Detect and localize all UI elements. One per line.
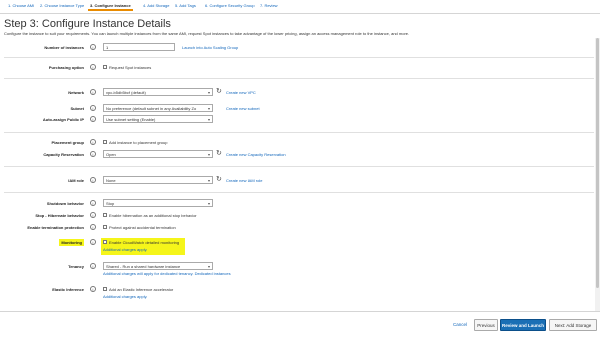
field-label: Capacity Reservation xyxy=(43,152,84,157)
previous-button[interactable]: Previous xyxy=(474,319,498,331)
hibernate-checkbox[interactable] xyxy=(103,213,107,217)
info-icon[interactable]: i xyxy=(90,105,96,111)
vertical-scrollbar[interactable] xyxy=(595,38,600,311)
scrollbar-thumb[interactable] xyxy=(596,38,599,288)
launch-auto-scaling-link[interactable]: Launch into Auto Scaling Group xyxy=(182,45,238,50)
subnet-select[interactable]: No preference (default subnet in any Ava… xyxy=(103,104,213,112)
refresh-icon[interactable]: ↻ xyxy=(216,150,222,158)
request-spot-checkbox[interactable] xyxy=(103,65,107,69)
create-capacity-reservation-link[interactable]: Create new Capacity Reservation xyxy=(226,152,286,157)
row-number-of-instances: Number of instances i 1 Launch into Auto… xyxy=(0,43,594,53)
row-purchasing-option: Purchasing option i Request Spot instanc… xyxy=(0,63,594,73)
row-elastic-inference: Elastic Inference i Add an Elastic Infer… xyxy=(0,285,594,299)
row-subnet: Subnet i No preference (default subnet i… xyxy=(0,104,594,114)
step-configure-security-group[interactable]: 6. Configure Security Group xyxy=(205,3,255,8)
cancel-button[interactable]: Cancel xyxy=(448,319,472,331)
field-label: Number of instances xyxy=(44,45,84,50)
step-add-storage[interactable]: 4. Add Storage xyxy=(143,3,169,8)
wizard-steps: 1. Choose AMI 2. Choose Instance Type 3.… xyxy=(0,0,600,14)
row-network: Network i vpc-b5db5bcf (default) ↻ Creat… xyxy=(0,88,594,98)
tenancy-note: Additional charges will apply for dedica… xyxy=(103,271,231,276)
field-label: Subnet xyxy=(70,106,84,111)
checkbox-label: Add an Elastic Inference accelerator xyxy=(109,287,174,292)
row-hibernate-behavior: Stop - Hibernate behavior i Enable hiber… xyxy=(0,211,594,221)
refresh-icon[interactable]: ↻ xyxy=(216,88,222,96)
tenancy-note-text: Additional charges will apply for dedica… xyxy=(103,271,194,276)
step-choose-ami[interactable]: 1. Choose AMI xyxy=(8,3,34,8)
row-termination-protection: Enable termination protection i Protect … xyxy=(0,223,594,233)
create-iam-role-link[interactable]: Create new IAM role xyxy=(226,178,262,183)
create-subnet-link[interactable]: Create new subnet xyxy=(226,106,260,111)
checkbox-label: Enable CloudWatch detailed monitoring xyxy=(109,240,180,245)
row-iam-role: IAM role i None ↻ Create new IAM role xyxy=(0,176,594,186)
row-shutdown-behavior: Shutdown behavior i Stop xyxy=(0,199,594,209)
row-capacity-reservation: Capacity Reservation i Open ↻ Create new… xyxy=(0,150,594,160)
step-review[interactable]: 7. Review xyxy=(260,3,278,8)
field-label: Elastic Inference xyxy=(52,287,84,292)
info-icon[interactable]: i xyxy=(90,44,96,50)
row-placement-group: Placement group i Add instance to placem… xyxy=(0,138,594,148)
number-of-instances-input[interactable]: 1 xyxy=(103,43,175,51)
step-choose-instance-type[interactable]: 2. Choose Instance Type xyxy=(40,3,84,8)
tenancy-select[interactable]: Shared - Run a shared hardware instance xyxy=(103,262,213,270)
divider xyxy=(4,132,594,133)
page-description: Configure the instance to suit your requ… xyxy=(4,31,410,36)
network-select[interactable]: vpc-b5db5bcf (default) xyxy=(103,88,213,96)
wizard-footer: Cancel Previous Review and Launch Next: … xyxy=(0,311,600,338)
field-label: Network xyxy=(68,90,84,95)
monitoring-label: Monitoring xyxy=(59,239,84,246)
field-label: IAM role xyxy=(68,178,84,183)
row-auto-assign-public-ip: Auto-assign Public IP i Use subnet setti… xyxy=(0,115,594,125)
detailed-monitoring-checkbox[interactable] xyxy=(103,240,107,244)
field-label: Tenancy xyxy=(68,264,84,269)
form-scroll-area[interactable]: Number of instances i 1 Launch into Auto… xyxy=(0,38,600,311)
divider xyxy=(4,57,594,58)
step-configure-instance[interactable]: 3. Configure Instance xyxy=(88,3,133,11)
info-icon[interactable]: i xyxy=(90,116,96,122)
divider xyxy=(4,192,594,193)
row-monitoring: Monitoring i Enable CloudWatch detailed … xyxy=(0,238,594,255)
field-label: Stop - Hibernate behavior xyxy=(35,213,84,218)
termination-protection-checkbox[interactable] xyxy=(103,225,107,229)
additional-charges-note: Additional charges apply. xyxy=(103,247,148,252)
checkbox-label: Request Spot instances xyxy=(109,65,152,70)
info-icon[interactable]: i xyxy=(90,177,96,183)
info-icon[interactable]: i xyxy=(90,239,96,245)
info-icon[interactable]: i xyxy=(90,200,96,206)
field-label: Enable termination protection xyxy=(27,225,84,230)
capacity-reservation-select[interactable]: Open xyxy=(103,150,213,158)
field-label: Shutdown behavior xyxy=(46,201,84,206)
step-add-tags[interactable]: 5. Add Tags xyxy=(175,3,196,8)
divider xyxy=(4,78,594,79)
field-label: Placement group xyxy=(51,140,84,145)
info-icon[interactable]: i xyxy=(90,212,96,218)
elastic-inference-checkbox[interactable] xyxy=(103,287,107,291)
page-title: Step 3: Configure Instance Details xyxy=(4,18,171,30)
checkbox-label: Enable hibernation as an additional stop… xyxy=(109,213,197,218)
info-icon[interactable]: i xyxy=(90,263,96,269)
checkbox-label: Protect against accidental termination xyxy=(109,225,176,230)
info-icon[interactable]: i xyxy=(90,139,96,145)
next-add-storage-button[interactable]: Next: Add Storage xyxy=(549,319,597,331)
info-icon[interactable]: i xyxy=(90,64,96,70)
placement-group-checkbox[interactable] xyxy=(103,140,107,144)
info-icon[interactable]: i xyxy=(90,286,96,292)
dedicated-instances-link[interactable]: Dedicated instances xyxy=(195,271,231,276)
info-icon[interactable]: i xyxy=(90,151,96,157)
shutdown-behavior-select[interactable]: Stop xyxy=(103,199,213,207)
review-and-launch-button[interactable]: Review and Launch xyxy=(500,319,546,331)
iam-role-select[interactable]: None xyxy=(103,176,213,184)
divider xyxy=(4,166,594,167)
checkbox-label: Add instance to placement group xyxy=(109,140,168,145)
additional-charges-note: Additional charges apply. xyxy=(103,294,148,299)
info-icon[interactable]: i xyxy=(90,89,96,95)
field-label: Auto-assign Public IP xyxy=(42,117,84,122)
refresh-icon[interactable]: ↻ xyxy=(216,176,222,184)
field-label: Purchasing option xyxy=(48,65,84,70)
auto-assign-ip-select[interactable]: Use subnet setting (Enable) xyxy=(103,115,213,123)
row-tenancy: Tenancy i Shared - Run a shared hardware… xyxy=(0,262,594,276)
info-icon[interactable]: i xyxy=(90,224,96,230)
create-vpc-link[interactable]: Create new VPC xyxy=(226,90,256,95)
